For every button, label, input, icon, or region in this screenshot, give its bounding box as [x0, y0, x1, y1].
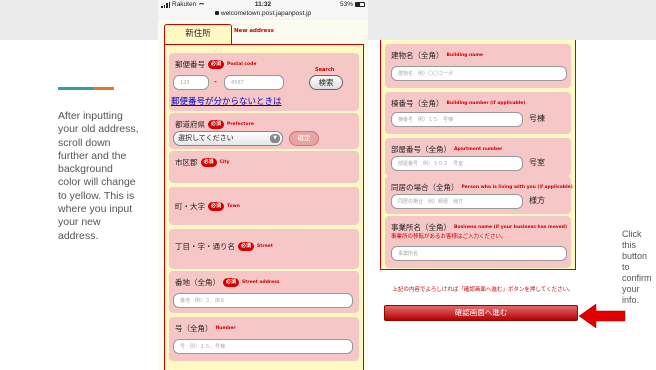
town-en: Town — [227, 204, 240, 209]
apartment-suffix: 号室 — [529, 158, 545, 167]
slide: After inputting your old address, scroll… — [0, 0, 656, 370]
number-en: Number — [215, 326, 236, 331]
prefecture-en: Prefecture — [227, 122, 254, 127]
city-en: City — [219, 160, 230, 165]
apartment-section: 部屋番号（全角） Apartment number 部屋番号 例）５０２ 号室 … — [385, 138, 571, 176]
street-en: Street — [257, 244, 273, 249]
prefecture-select[interactable]: 選択してください ▼ — [173, 131, 283, 146]
accent-bar-orange — [94, 87, 114, 90]
city-section: 市区郡 必須 City — [169, 151, 359, 183]
instruction-text-right: Click this button to confirm your info. — [622, 229, 652, 305]
status-time: 11:32 — [254, 1, 272, 8]
lock-icon — [214, 11, 219, 15]
postal-code-section: 郵便番号 必須 Postal code 123 - 4567 Search 検索… — [169, 53, 359, 111]
number-label: 号（全角） Number — [175, 323, 236, 334]
street-label: 丁目・字・通り名 必須 Street — [175, 241, 273, 252]
care-of-label: 同居の場合（全角） Person who is living with you … — [391, 182, 573, 193]
apartment-en: Apartment number — [454, 147, 503, 152]
prefecture-confirm-button[interactable]: 確定 — [289, 131, 319, 146]
building-number-en: Building number (if applicable) — [446, 101, 526, 106]
postal-code-input-1[interactable]: 123 — [173, 75, 209, 90]
required-badge: 必須 — [200, 158, 217, 167]
business-name-note: 事業所の移転があるお客様はご入力ください。 — [391, 234, 507, 240]
apartment-label: 部屋番号（全角） Apartment number — [391, 144, 502, 155]
search-hint: Search — [315, 67, 335, 73]
building-name-input[interactable]: 建物名 例）〇〇コーポ — [391, 66, 567, 81]
apartment-label-text: 部屋番号（全角） — [391, 145, 451, 154]
care-of-input[interactable]: 同居の場合 例）郵便 様方 — [391, 194, 523, 209]
required-badge: 必須 — [208, 120, 225, 129]
tab-new-address[interactable]: 新住所 — [164, 24, 232, 44]
required-badge: 必須 — [223, 278, 240, 287]
postal-code-input-2[interactable]: 4567 — [224, 75, 284, 90]
url-text: welcometown.post.japanpost.jp — [220, 10, 312, 17]
prefecture-label-text: 都道府県 — [175, 120, 205, 129]
building-name-label: 建物名（全角） Building name — [391, 50, 483, 61]
city-label-text: 市区郡 — [175, 158, 198, 167]
tab-english-label: New address — [234, 28, 274, 34]
phone-screenshot-right: 建物名（全角） Building name 建物名 例）〇〇コーポ 棟番号（全角… — [380, 40, 576, 270]
building-number-section: 棟番号（全角） Building number (if applicable) … — [385, 92, 571, 134]
postal-code-en: Postal code — [227, 62, 257, 67]
number-section: 号（全角） Number 号 例）１５、号棟 — [169, 317, 359, 361]
search-button[interactable]: 検索 — [309, 75, 343, 90]
town-section: 町・大字 必須 Town — [169, 187, 359, 225]
number-label-text: 号（全角） — [175, 324, 213, 333]
street-address-input[interactable]: 番地 例）３、床６ — [173, 293, 353, 308]
prefecture-section: 都道府県 必須 Prefecture 選択してください ▼ 確定 — [169, 113, 359, 149]
street-address-label: 番地（全角） 必須 Street address — [175, 277, 280, 288]
business-name-en: Business name (if your business has move… — [454, 225, 568, 230]
building-number-label: 棟番号（全角） Building number (if applicable) — [391, 98, 525, 109]
proceed-to-confirm-button[interactable]: 確認画面へ進む — [384, 305, 578, 321]
street-address-section: 番地（全角） 必須 Street address 番地 例）３、床６ — [169, 271, 359, 313]
required-badge: 必須 — [238, 242, 255, 251]
status-bar: Rakuten 11:32 53% welcometown.post.japan… — [158, 0, 368, 20]
building-name-section: 建物名（全角） Building name 建物名 例）〇〇コーポ — [385, 44, 571, 88]
street-label-text: 丁目・字・通り名 — [175, 242, 235, 251]
accent-bar-teal — [58, 87, 94, 90]
required-badge: 必須 — [208, 202, 225, 211]
address-bar[interactable]: welcometown.post.japanpost.jp — [158, 10, 368, 17]
postal-dash: - — [214, 77, 217, 86]
red-arrow-icon — [578, 303, 626, 329]
prefecture-label: 都道府県 必須 Prefecture — [175, 119, 254, 130]
battery-percent: 53% — [339, 1, 353, 8]
town-label-text: 町・大字 — [175, 202, 205, 211]
care-of-section: 同居の場合（全角） Person who is living with you … — [385, 176, 573, 214]
confirm-notice: 上記の内容でよろしければ「確認画面へ進む」ボタンを押してください。 — [392, 287, 574, 293]
chevron-down-icon: ▼ — [270, 134, 280, 143]
building-number-suffix: 号棟 — [529, 114, 545, 123]
city-label: 市区郡 必須 City — [175, 157, 229, 168]
tab-row: 新住所 New address — [158, 20, 368, 44]
battery-icon — [355, 2, 365, 7]
care-of-en: Person who is living with you (if applic… — [461, 185, 573, 190]
care-of-label-text: 同居の場合（全角） — [391, 183, 459, 192]
street-section: 丁目・字・通り名 必須 Street — [169, 229, 359, 269]
instruction-text-left: After inputting your old address, scroll… — [58, 110, 139, 242]
business-name-section: 事業所名（全角） Business name (if your business… — [385, 216, 571, 268]
building-number-input[interactable]: 棟番号 例）１５ 号棟 — [391, 112, 523, 127]
building-name-label-text: 建物名（全角） — [391, 51, 444, 60]
postal-code-label-text: 郵便番号 — [175, 60, 205, 69]
town-label: 町・大字 必須 Town — [175, 201, 240, 212]
care-of-suffix: 様方 — [529, 196, 545, 205]
postal-lookup-link[interactable]: 郵便番号が分からないときは — [171, 95, 282, 107]
business-name-input[interactable]: 事業所名 — [391, 246, 567, 261]
new-address-form: 郵便番号 必須 Postal code 123 - 4567 Search 検索… — [164, 44, 364, 370]
postal-code-label: 郵便番号 必須 Postal code — [175, 59, 256, 70]
building-number-label-text: 棟番号（全角） — [391, 99, 444, 108]
street-address-en: Street address — [242, 280, 280, 285]
apartment-input[interactable]: 部屋番号 例）５０２ 号室 — [391, 156, 523, 171]
accent-bar — [58, 87, 114, 90]
prefecture-select-value: 選択してください — [178, 134, 234, 142]
building-name-en: Building name — [446, 53, 483, 58]
number-input[interactable]: 号 例）１５、号棟 — [173, 339, 353, 354]
street-address-label-text: 番地（全角） — [175, 278, 220, 287]
required-badge: 必須 — [208, 60, 225, 69]
status-right: 53% — [340, 1, 365, 8]
